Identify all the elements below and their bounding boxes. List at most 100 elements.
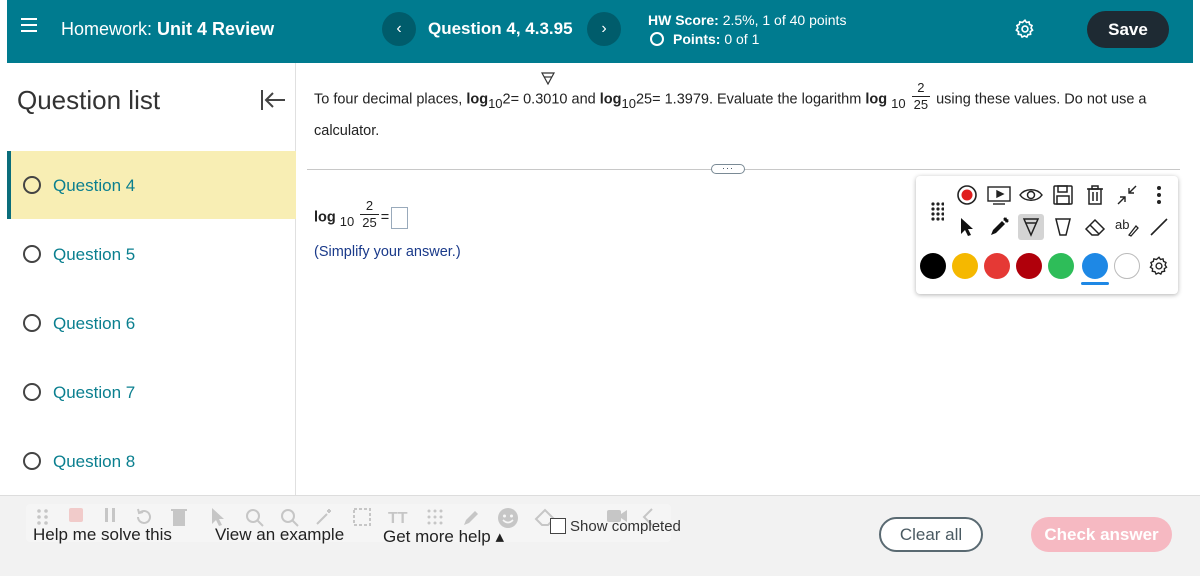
view-example-button[interactable]: View an example — [215, 525, 344, 545]
question-item-4[interactable]: Question 4 — [7, 151, 296, 219]
highlighter-outline-icon[interactable] — [1050, 214, 1076, 240]
resize-handle[interactable]: ··· — [711, 164, 745, 174]
log-value: = 1.3979. Evaluate the logarithm — [652, 91, 862, 108]
radio-icon — [23, 383, 41, 401]
radio-icon — [23, 452, 41, 470]
instruction-text: (Simplify your answer.) — [314, 244, 461, 260]
smiley-icon — [497, 507, 518, 528]
score-summary: HW Score: 2.5%, 1 of 40 points Points: 0… — [648, 11, 846, 49]
line-tool-icon[interactable] — [1146, 214, 1172, 240]
collapse-sidebar-icon[interactable] — [260, 88, 286, 112]
grid-icon — [425, 507, 445, 527]
search-icon — [279, 507, 299, 527]
log-base: 10 — [621, 96, 636, 112]
question-item-5[interactable]: Question 5 — [7, 220, 296, 288]
bottom-action-bar: TT Help me solve this View an example Ge… — [0, 495, 1200, 576]
question-item-8[interactable]: Question 8 — [7, 427, 296, 495]
magic-wand-icon — [314, 507, 334, 527]
highlighter-icon[interactable] — [1018, 214, 1044, 240]
gear-icon[interactable] — [1146, 253, 1172, 279]
svg-text:TT: TT — [388, 510, 408, 527]
drag-grip-icon[interactable] — [930, 201, 945, 221]
video-icon[interactable] — [986, 182, 1012, 208]
answer-expression: log 10 2 25 = — [314, 198, 409, 234]
question-item-label: Question 7 — [53, 383, 136, 402]
gear-icon[interactable] — [1014, 18, 1036, 40]
log-word: log — [865, 91, 888, 108]
homework-prefix: Homework: — [61, 19, 153, 39]
show-completed-toggle[interactable]: Show completed — [550, 518, 681, 535]
fraction-numerator: 2 — [911, 80, 931, 97]
trash-icon[interactable] — [1082, 182, 1108, 208]
homework-title: Homework: Unit 4 Review — [61, 19, 274, 40]
zoom-icon — [244, 507, 264, 527]
record-icon[interactable] — [954, 182, 980, 208]
fraction: 2 25 — [360, 198, 379, 231]
pointer-icon[interactable] — [954, 214, 980, 240]
pointer-icon — [210, 507, 230, 527]
log-arg: 2 — [502, 91, 511, 108]
color-swatch-green[interactable] — [1048, 253, 1074, 279]
previous-question-button[interactable]: ‹ — [382, 12, 416, 46]
prompt-intro: To four decimal places, — [314, 91, 463, 108]
text-size-icon: TT — [388, 507, 408, 527]
pen-icon — [461, 507, 481, 527]
fraction-numerator: 2 — [360, 198, 379, 215]
check-answer-button[interactable]: Check answer — [1031, 517, 1172, 552]
question-item-label: Question 8 — [53, 452, 136, 471]
question-title: Question 4, 4.3.95 — [428, 19, 573, 38]
log-base: 10 — [488, 96, 503, 112]
question-item-7[interactable]: Question 7 — [7, 358, 296, 426]
hw-score-value: 2.5%, 1 of 40 points — [722, 12, 847, 28]
hw-score-label: HW Score: — [648, 12, 719, 28]
eraser-icon[interactable] — [1082, 214, 1108, 240]
points-value: 0 of 1 — [724, 31, 760, 47]
color-swatch-blue[interactable] — [1082, 253, 1108, 279]
get-more-help-button[interactable]: Get more help ▴ — [383, 527, 504, 547]
question-item-label: Question 4 — [53, 176, 136, 195]
log-word: log — [314, 209, 336, 226]
points-ring-icon — [650, 32, 664, 46]
pause-icon — [102, 507, 122, 527]
show-completed-label: Show completed — [570, 518, 681, 535]
color-swatch-black[interactable] — [920, 253, 946, 279]
hamburger-icon[interactable] — [21, 17, 41, 37]
color-swatch-yellow[interactable] — [952, 253, 978, 279]
question-item-label: Question 6 — [53, 314, 136, 333]
save-disk-icon[interactable] — [1050, 182, 1076, 208]
eye-icon[interactable] — [1018, 182, 1044, 208]
clear-all-button[interactable]: Clear all — [879, 517, 983, 552]
top-header: Homework: Unit 4 Review ‹ Question 4, 4.… — [7, 0, 1193, 63]
color-swatch-red[interactable] — [984, 253, 1010, 279]
annotation-toolbar: ab — [916, 176, 1178, 294]
record-stop-icon — [68, 507, 88, 527]
next-question-button[interactable]: › — [587, 12, 621, 46]
help-me-solve-button[interactable]: Help me solve this — [33, 525, 172, 545]
fraction-denominator: 25 — [362, 215, 377, 230]
prompt-and: and — [571, 91, 596, 108]
points-label: Points: — [673, 31, 721, 47]
log-base: 10 — [339, 214, 355, 230]
question-prompt: To four decimal places, log102= 0.3010 a… — [314, 80, 1174, 146]
collapse-arrows-icon[interactable] — [1114, 182, 1140, 208]
radio-icon — [23, 314, 41, 332]
fraction: 2 25 — [911, 80, 931, 113]
radio-icon — [23, 176, 41, 194]
pen-icon[interactable] — [986, 214, 1012, 240]
color-swatch-dark-red[interactable] — [1016, 253, 1042, 279]
homework-name: Unit 4 Review — [157, 19, 275, 39]
question-item-6[interactable]: Question 6 — [7, 289, 296, 357]
save-button[interactable]: Save — [1087, 11, 1169, 48]
text-tool-icon[interactable]: ab — [1114, 214, 1140, 240]
trash-icon — [170, 507, 190, 527]
question-list-title: Question list — [17, 85, 161, 115]
show-completed-checkbox[interactable] — [550, 518, 566, 534]
log-word: log — [599, 91, 622, 108]
select-region-icon — [352, 507, 372, 527]
color-swatch-white[interactable] — [1114, 253, 1140, 279]
selected-color-indicator — [1081, 282, 1109, 285]
more-options-icon[interactable] — [1146, 182, 1172, 208]
log-base: 10 — [891, 96, 906, 112]
answer-input[interactable] — [391, 206, 409, 229]
log-arg: 25 — [635, 91, 653, 108]
